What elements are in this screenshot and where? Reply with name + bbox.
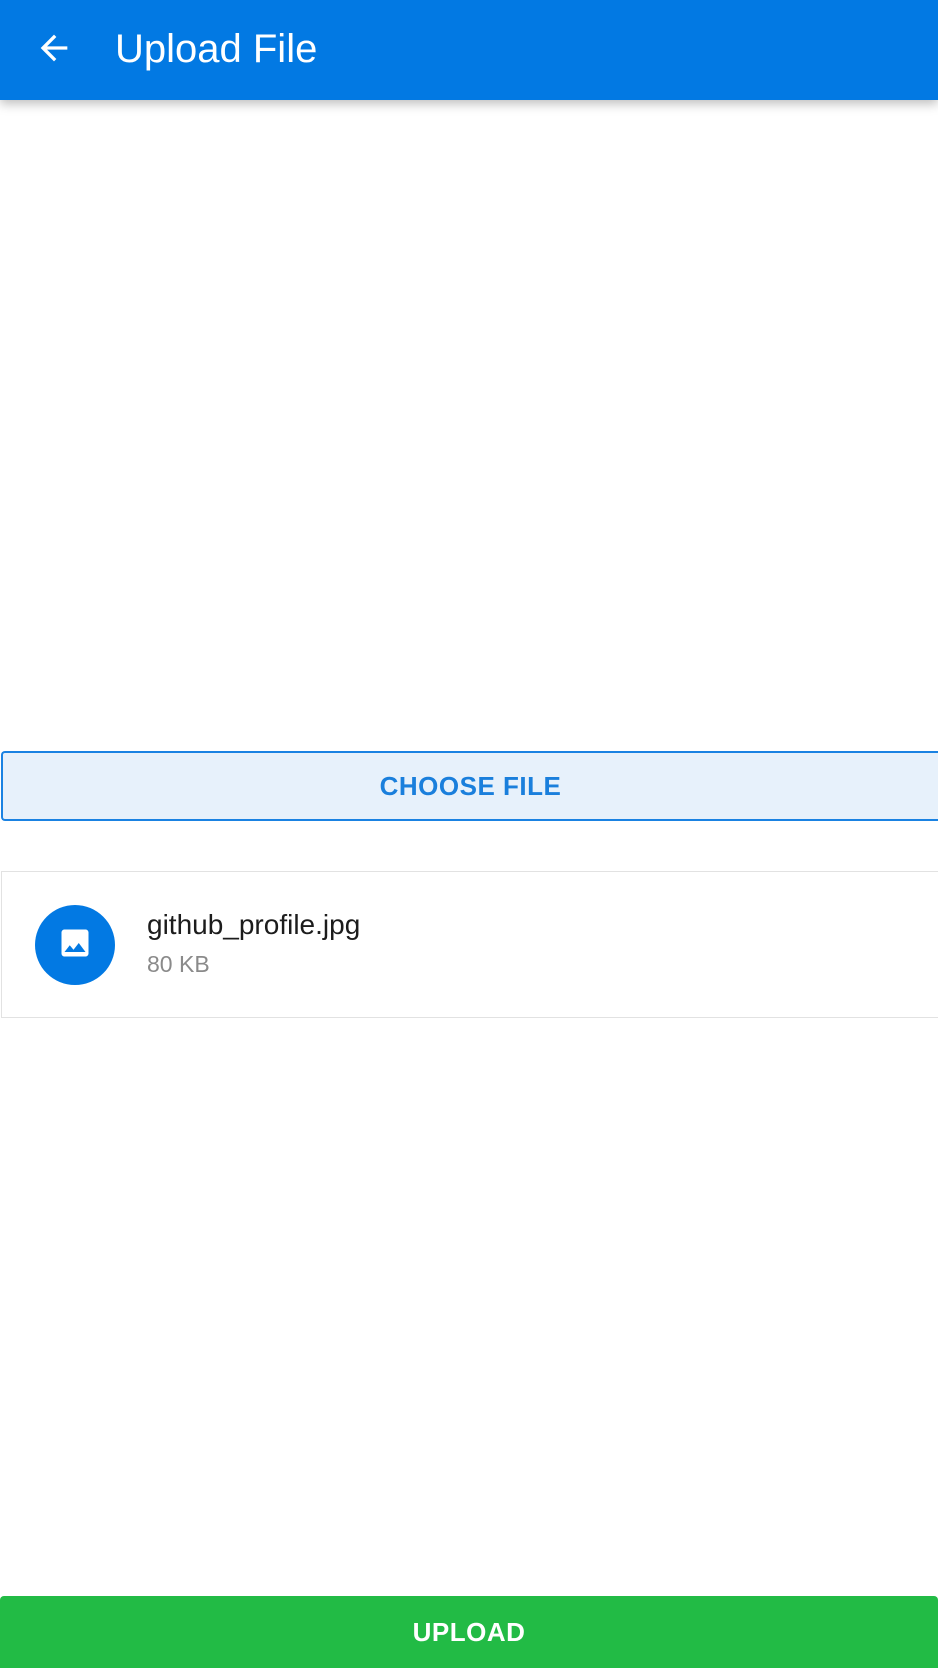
- upload-button[interactable]: UPLOAD: [0, 1596, 938, 1668]
- selected-file-card: github_profile.jpg 80 KB: [1, 871, 938, 1018]
- choose-file-label: CHOOSE FILE: [379, 770, 562, 801]
- upload-label: UPLOAD: [412, 1616, 526, 1647]
- page-title: Upload File: [115, 27, 318, 71]
- file-size: 80 KB: [147, 951, 210, 977]
- file-avatar: [35, 905, 115, 985]
- choose-file-button[interactable]: CHOOSE FILE: [1, 751, 938, 821]
- image-icon: [57, 925, 93, 966]
- file-name: github_profile.jpg: [147, 909, 361, 940]
- app-bar: Upload File: [0, 0, 938, 100]
- back-button[interactable]: [30, 26, 78, 74]
- arrow-back-icon: [34, 28, 74, 73]
